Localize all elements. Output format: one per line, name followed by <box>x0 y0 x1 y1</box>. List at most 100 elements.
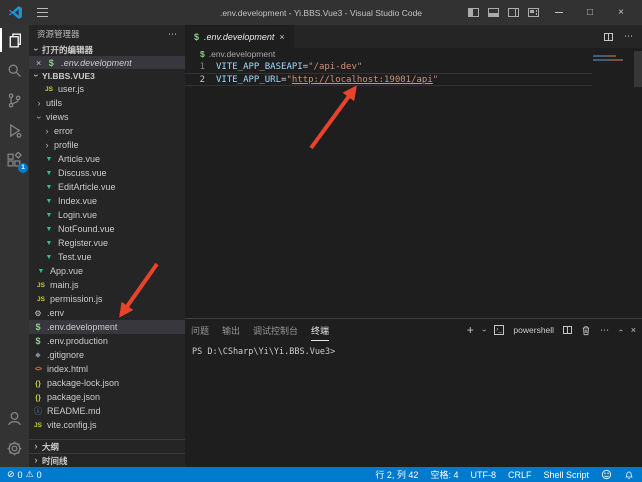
tree-item-NotFound.vue[interactable]: ▼NotFound.vue <box>29 222 185 236</box>
project-section[interactable]: › YI.BBS.VUE3 <box>29 69 185 82</box>
minimap-line <box>593 55 616 57</box>
language-mode[interactable]: Shell Script <box>543 470 589 480</box>
toggle-sidebar-icon[interactable] <box>468 8 479 17</box>
encoding[interactable]: UTF-8 <box>470 470 496 480</box>
shell-file-icon: $ <box>32 322 44 332</box>
tree-item-package.json[interactable]: {}package.json <box>29 390 185 404</box>
terminal-prompt[interactable]: PS D:\CSharp\Yi\Yi.BBS.Vue3> <box>192 347 335 357</box>
tree-item-Register.vue[interactable]: ▼Register.vue <box>29 236 185 250</box>
tree-item-label: error <box>54 126 73 136</box>
tree-item-label: App.vue <box>50 266 83 276</box>
url-link[interactable]: http://localhost:19001/api <box>292 75 433 85</box>
panel-tab-输出[interactable]: 输出 <box>222 320 240 340</box>
code-token: VITE_APP_URL <box>216 75 281 85</box>
vscode-window: .env.development - Yi.BBS.Vue3 - Visual … <box>0 0 642 482</box>
tree-item-label: Discuss.vue <box>58 168 107 178</box>
toggle-secondary-sidebar-icon[interactable] <box>508 8 519 17</box>
tree-item-.env.production[interactable]: $.env.production <box>29 334 185 348</box>
explorer-icon[interactable] <box>0 25 29 55</box>
code-line-1[interactable]: 1VITE_APP_BASEAPI="/api-dev" <box>185 60 592 73</box>
minimize-button[interactable] <box>548 7 570 18</box>
open-editors-section[interactable]: › 打开的编辑器 <box>29 43 185 56</box>
shell-name[interactable]: powershell <box>513 325 554 335</box>
tree-item-Login.vue[interactable]: ▼Login.vue <box>29 208 185 222</box>
tree-item-label: .gitignore <box>47 350 84 360</box>
search-icon[interactable] <box>0 55 29 85</box>
tree-item-Index.vue[interactable]: ▼Index.vue <box>29 194 185 208</box>
tree-item-Discuss.vue[interactable]: ▼Discuss.vue <box>29 166 185 180</box>
panel-tab-终端[interactable]: 终端 <box>311 320 329 341</box>
split-editor-icon[interactable] <box>604 33 613 41</box>
tree-item-utils[interactable]: ›utils <box>29 96 185 110</box>
maximize-button[interactable]: □ <box>579 7 601 18</box>
tree-item-label: utils <box>46 98 62 108</box>
tree-item-label: vite.config.js <box>47 420 97 430</box>
settings-gear-icon[interactable] <box>0 433 29 463</box>
tree-item-.env[interactable]: ⚙.env <box>29 306 185 320</box>
tree-item-.env.development[interactable]: $.env.development <box>29 320 185 334</box>
new-terminal-icon[interactable]: + <box>467 325 474 335</box>
tab-env-development[interactable]: $ .env.development × <box>185 25 294 48</box>
tree-item-Article.vue[interactable]: ▼Article.vue <box>29 152 185 166</box>
tree-item-package-lock.json[interactable]: {}package-lock.json <box>29 376 185 390</box>
minimap[interactable] <box>593 55 627 63</box>
editor-more-actions-icon[interactable]: ⋯ <box>624 31 634 42</box>
menu-icon[interactable] <box>37 12 48 13</box>
js-file-icon: JS <box>35 296 47 303</box>
vue-file-icon: ▼ <box>43 240 55 247</box>
vscode-logo-icon <box>8 5 23 20</box>
tree-item-permission.js[interactable]: JSpermission.js <box>29 292 185 306</box>
run-debug-icon[interactable] <box>0 115 29 145</box>
open-editor-item[interactable]: × $ .env.development <box>29 56 185 69</box>
code-line-2[interactable]: 2VITE_APP_URL="http://localhost:19001/ap… <box>185 73 592 86</box>
toggle-panel-icon[interactable] <box>488 8 499 17</box>
tree-item-index.html[interactable]: <>index.html <box>29 362 185 376</box>
code-editor[interactable]: 1VITE_APP_BASEAPI="/api-dev"2VITE_APP_UR… <box>185 60 642 86</box>
eol-setting[interactable]: CRLF <box>508 470 532 480</box>
breadcrumb[interactable]: $ .env.development <box>185 48 642 60</box>
tree-item-EditArticle.vue[interactable]: ▼EditArticle.vue <box>29 180 185 194</box>
indent-setting[interactable]: 空格: 4 <box>430 468 458 481</box>
problems-status[interactable]: ⊘ 0 ⚠ 0 <box>7 469 42 480</box>
panel-more-actions-icon[interactable]: ⋯ <box>600 325 610 336</box>
panel-tab-调试控制台[interactable]: 调试控制台 <box>253 320 298 340</box>
tree-item-label: main.js <box>50 280 79 290</box>
tree-item-user.js[interactable]: JSuser.js <box>29 82 185 96</box>
tree-item-main.js[interactable]: JSmain.js <box>29 278 185 292</box>
notifications-bell-icon[interactable] <box>624 469 634 480</box>
close-panel-icon[interactable]: × <box>631 325 636 335</box>
chevron-right-icon: › <box>32 456 40 465</box>
kill-terminal-icon[interactable] <box>581 325 591 336</box>
tree-item-views[interactable]: ›views <box>29 110 185 124</box>
account-icon[interactable] <box>0 403 29 433</box>
close-icon[interactable]: × <box>36 58 41 68</box>
split-terminal-icon[interactable] <box>563 326 572 334</box>
error-icon: ⊘ <box>7 469 15 480</box>
tree-item-error[interactable]: ›error <box>29 124 185 138</box>
close-window-button[interactable]: × <box>610 7 632 18</box>
outline-section[interactable]: › 大纲 <box>29 439 185 453</box>
chevron-right-icon: › <box>43 141 51 150</box>
tree-item-label: README.md <box>47 406 101 416</box>
maximize-panel-icon[interactable]: › <box>616 329 625 332</box>
customize-layout-icon[interactable] <box>528 8 539 17</box>
chevron-right-icon: › <box>43 127 51 136</box>
panel-tab-问题[interactable]: 问题 <box>191 320 209 340</box>
tree-item-README.md[interactable]: ⓘREADME.md <box>29 404 185 418</box>
warning-icon: ⚠ <box>26 469 34 480</box>
explorer-more-actions-icon[interactable]: ⋯ <box>168 29 177 40</box>
cursor-position[interactable]: 行 2, 列 42 <box>375 468 418 481</box>
tree-item-Test.vue[interactable]: ▼Test.vue <box>29 250 185 264</box>
source-control-icon[interactable] <box>0 85 29 115</box>
feedback-smiley-icon[interactable] <box>601 469 612 480</box>
timeline-section[interactable]: › 时间线 <box>29 453 185 467</box>
tree-item-profile[interactable]: ›profile <box>29 138 185 152</box>
editor-scrollbar[interactable] <box>634 51 642 87</box>
tree-item-vite.config.js[interactable]: JSvite.config.js <box>29 418 185 432</box>
extensions-icon[interactable]: 1 <box>0 145 29 175</box>
tree-item-App.vue[interactable]: ▼App.vue <box>29 264 185 278</box>
close-tab-icon[interactable]: × <box>279 32 284 42</box>
tree-item-.gitignore[interactable]: ◆.gitignore <box>29 348 185 362</box>
json-file-icon: {} <box>32 393 44 402</box>
terminal-dropdown-icon[interactable]: › <box>480 329 489 332</box>
